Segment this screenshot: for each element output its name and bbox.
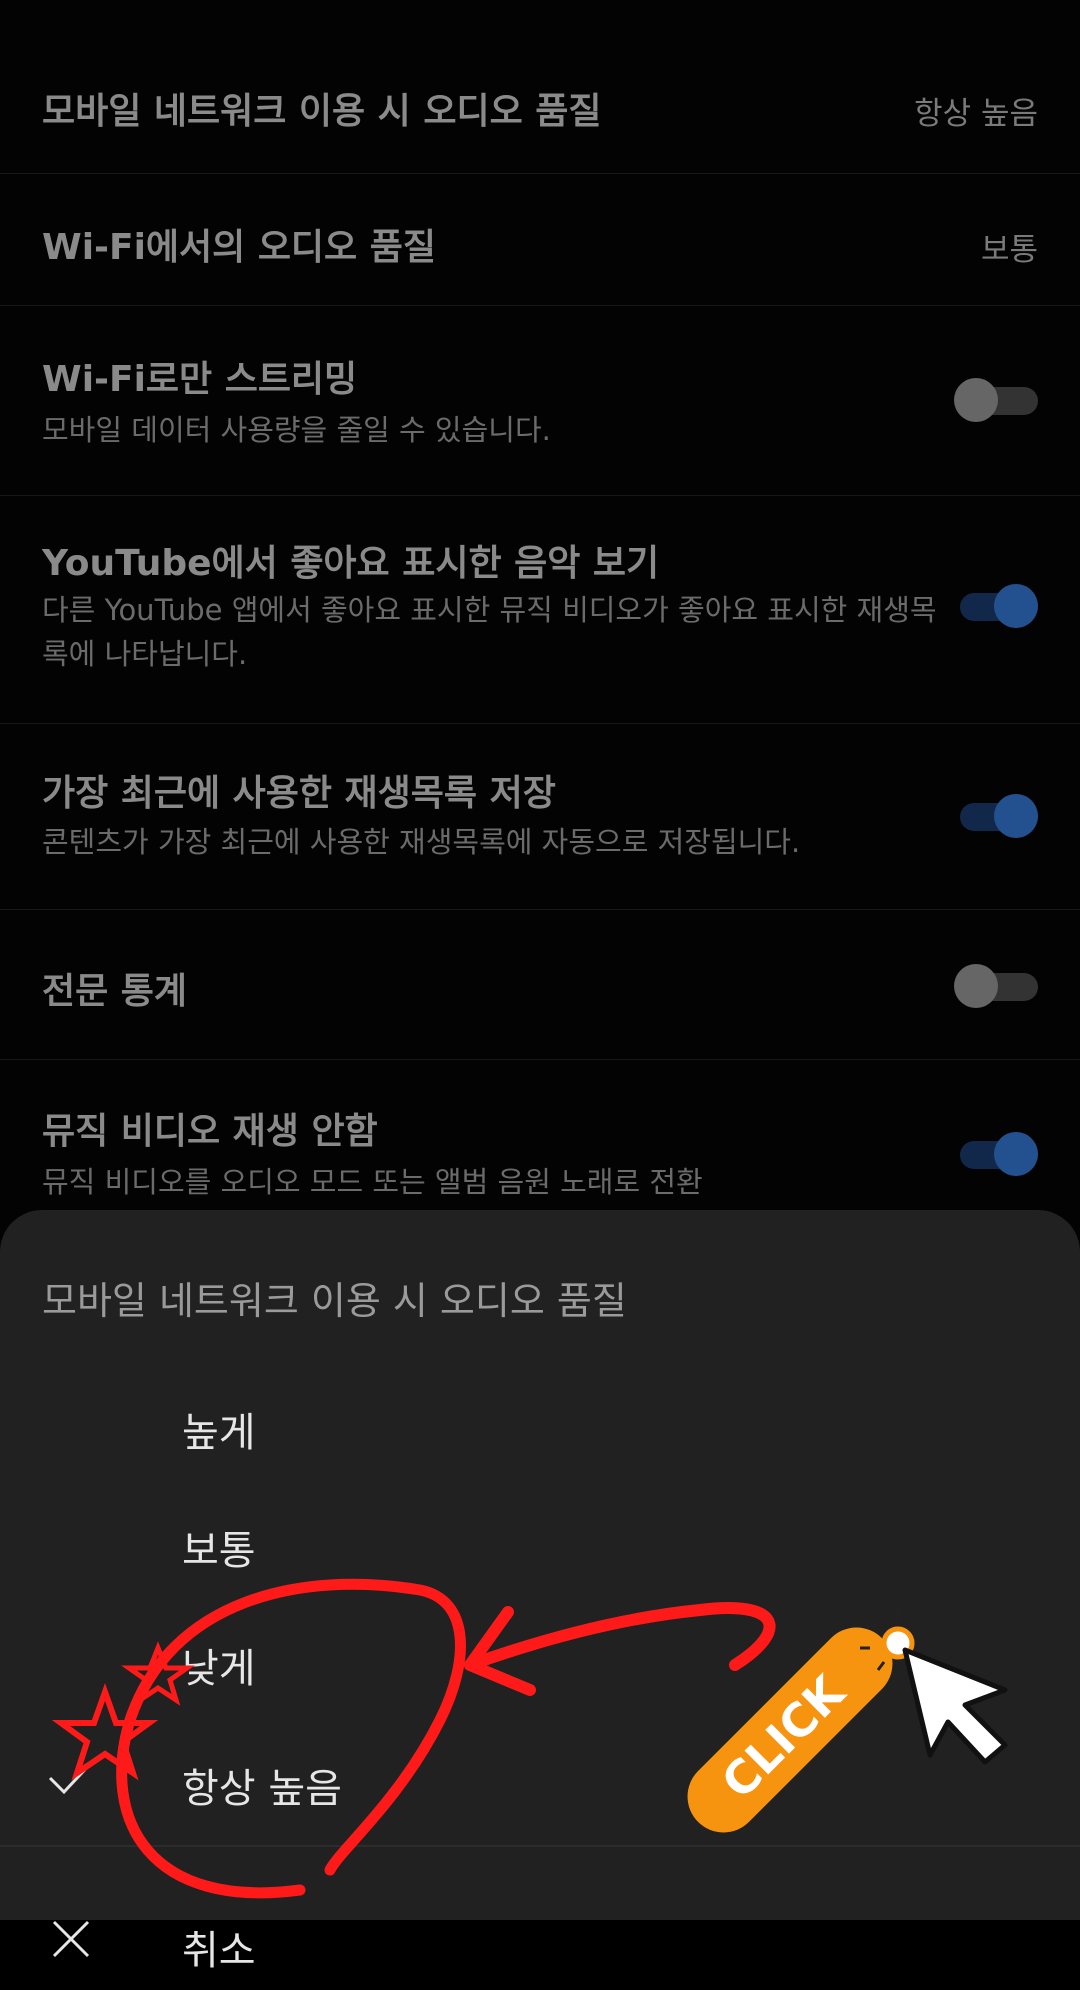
- setting-wifi-only-streaming[interactable]: Wi-Fi로만 스트리밍 모바일 데이터 사용량을 줄일 수 있습니다.: [0, 306, 1080, 496]
- setting-no-music-video[interactable]: 뮤직 비디오 재생 안함 뮤직 비디오를 오디오 모드 또는 앨범 음원 노래로…: [0, 1060, 1080, 1220]
- option-low[interactable]: 낮게: [0, 1608, 1080, 1708]
- toggle-thumb: [994, 794, 1038, 838]
- toggle-thumb: [994, 1132, 1038, 1176]
- sheet-title: 모바일 네트워크 이용 시 오디오 품질: [42, 1279, 627, 1323]
- setting-stats-for-nerds[interactable]: 전문 통계: [0, 910, 1080, 1060]
- option-label: 높게: [182, 1410, 256, 1456]
- stats-toggle[interactable]: [954, 964, 1038, 1008]
- setting-description: 다른 YouTube 앱에서 좋아요 표시한 뮤직 비디오가 좋아요 표시한 재…: [42, 593, 937, 671]
- option-label: 낮게: [182, 1646, 256, 1692]
- setting-title: 모바일 네트워크 이용 시 오디오 품질: [42, 91, 602, 132]
- toggle-thumb: [954, 964, 998, 1008]
- toggle-thumb: [954, 378, 998, 422]
- wifi-only-toggle[interactable]: [954, 378, 1038, 422]
- setting-title: 전문 통계: [42, 971, 188, 1012]
- setting-youtube-likes[interactable]: YouTube에서 좋아요 표시한 음악 보기 다른 YouTube 앱에서 좋…: [0, 496, 1080, 724]
- cancel-button[interactable]: 취소: [0, 1890, 1080, 1990]
- audio-quality-bottom-sheet: 모바일 네트워크 이용 시 오디오 품질 높게 보통 낮게 항상 높음 취소: [0, 1210, 1080, 1974]
- setting-description: 콘텐츠가 가장 최근에 사용한 재생목록에 자동으로 저장됩니다.: [42, 825, 801, 859]
- setting-title: Wi-Fi에서의 오디오 품질: [42, 227, 436, 268]
- setting-title: Wi-Fi로만 스트리밍: [42, 359, 358, 400]
- option-label: 보통: [182, 1528, 256, 1574]
- setting-description: 모바일 데이터 사용량을 줄일 수 있습니다.: [42, 413, 551, 447]
- setting-title: YouTube에서 좋아요 표시한 음악 보기: [42, 543, 660, 584]
- setting-save-recent-playlist[interactable]: 가장 최근에 사용한 재생목록 저장 콘텐츠가 가장 최근에 사용한 재생목록에…: [0, 724, 1080, 910]
- youtube-likes-toggle[interactable]: [954, 584, 1038, 628]
- option-label: 항상 높음: [182, 1766, 342, 1812]
- setting-description: 뮤직 비디오를 오디오 모드 또는 앨범 음원 노래로 전환: [42, 1165, 703, 1199]
- option-normal[interactable]: 보통: [0, 1490, 1080, 1590]
- option-high[interactable]: 높게: [0, 1372, 1080, 1472]
- setting-value: 보통: [980, 232, 1038, 268]
- cancel-label: 취소: [182, 1928, 256, 1974]
- toggle-thumb: [994, 584, 1038, 628]
- divider: [0, 1845, 1080, 1847]
- checkmark-icon: [48, 1760, 94, 1795]
- option-always-high[interactable]: 항상 높음: [0, 1728, 1080, 1828]
- setting-title: 가장 최근에 사용한 재생목록 저장: [42, 773, 556, 814]
- setting-title: 뮤직 비디오 재생 안함: [42, 1111, 378, 1152]
- close-icon: [52, 1920, 90, 1958]
- save-recent-toggle[interactable]: [954, 794, 1038, 838]
- setting-mobile-audio-quality[interactable]: 모바일 네트워크 이용 시 오디오 품질 항상 높음: [0, 40, 1080, 174]
- setting-value: 항상 높음: [914, 96, 1038, 132]
- no-video-toggle[interactable]: [954, 1132, 1038, 1176]
- setting-wifi-audio-quality[interactable]: Wi-Fi에서의 오디오 품질 보통: [0, 174, 1080, 306]
